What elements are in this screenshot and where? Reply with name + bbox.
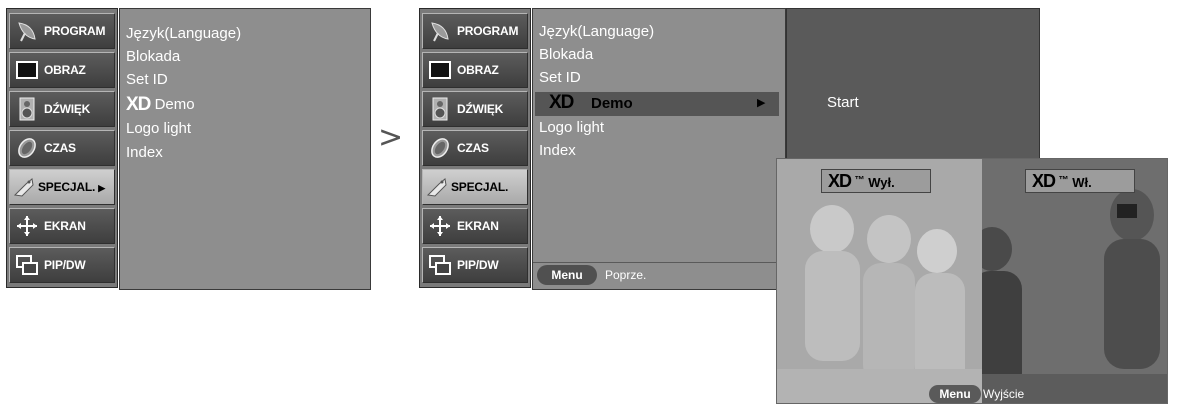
- clock-icon: [18, 138, 36, 158]
- left-sidebar: PROGRAM OBRAZ DŹWIĘK CZAS SPECJAL. ▶ EKR…: [6, 8, 118, 288]
- sidebar-item-label: EKRAN: [44, 219, 86, 233]
- sidebar-item-program[interactable]: PROGRAM: [9, 13, 115, 49]
- right-submenu-panel: Język(Language) Blokada Set ID XD Demo ▶…: [532, 8, 786, 290]
- menu-item-xd-demo[interactable]: XD Demo: [126, 94, 195, 116]
- screen-icon: [429, 61, 451, 79]
- sidebar-item-label: CZAS: [44, 141, 76, 155]
- sidebar-item-pipdw[interactable]: PIP/DW: [422, 247, 528, 283]
- sidebar-item-pipdw[interactable]: PIP/DW: [9, 247, 115, 283]
- xd-off-text: Wył.: [868, 175, 895, 190]
- preview-right-half: [972, 159, 1167, 403]
- menu-item-xd-demo[interactable]: XD Demo ▶: [535, 92, 779, 116]
- sidebar-item-czas[interactable]: CZAS: [422, 130, 528, 166]
- xd-on-text: Wł.: [1072, 175, 1092, 190]
- screen-icon: [16, 61, 38, 79]
- children-photo-left: [777, 205, 982, 403]
- sidebar-item-label: PIP/DW: [44, 258, 86, 272]
- sidebar-item-dzwiek[interactable]: DŹWIĘK: [422, 91, 528, 127]
- sidebar-item-label: DŹWIĘK: [44, 102, 91, 116]
- menu-footer: Menu Poprze.: [533, 262, 785, 289]
- preview-left-half: [777, 159, 982, 403]
- sidebar-item-ekran[interactable]: EKRAN: [422, 208, 528, 244]
- menu-item-index[interactable]: Index: [539, 142, 576, 159]
- demo-menu-button[interactable]: Menu: [929, 385, 981, 403]
- menu-item-label: Demo: [591, 95, 633, 112]
- step-arrow-glyph: >: [378, 120, 404, 155]
- satellite-dish-icon: [18, 22, 36, 42]
- children-photo-right: [972, 189, 1167, 403]
- trademark-symbol: ™: [1058, 175, 1069, 186]
- demo-submenu-panel: Start: [786, 8, 1040, 160]
- sidebar-item-czas[interactable]: CZAS: [9, 130, 115, 166]
- sidebar-item-label: OBRAZ: [457, 63, 499, 77]
- step-arrow: >: [378, 120, 403, 155]
- move-arrows-icon: [430, 216, 450, 236]
- menu-item-lock[interactable]: Blokada: [539, 46, 593, 63]
- xd-logo: XD: [1032, 171, 1056, 191]
- menu-item-lock[interactable]: Blokada: [126, 48, 180, 65]
- menu-button[interactable]: Menu: [537, 265, 597, 285]
- active-marker-icon: ▶: [98, 183, 105, 193]
- menu-item-logo-light[interactable]: Logo light: [539, 119, 604, 136]
- back-label: Poprze.: [605, 268, 647, 282]
- right-sidebar: PROGRAM OBRAZ DŹWIĘK CZAS SPECJAL. EKRAN…: [419, 8, 531, 288]
- sidebar-item-obraz[interactable]: OBRAZ: [9, 52, 115, 88]
- sidebar-item-specjal[interactable]: SPECJAL. ▶: [9, 169, 115, 205]
- xd-off-label: XD ™ Wył.: [821, 169, 931, 193]
- sidebar-item-label: OBRAZ: [44, 63, 86, 77]
- sidebar-item-label: CZAS: [457, 141, 489, 155]
- menu-item-language[interactable]: Język(Language): [126, 25, 241, 42]
- sidebar-item-ekran[interactable]: EKRAN: [9, 208, 115, 244]
- sidebar-item-label: EKRAN: [457, 219, 499, 233]
- tag-icon: [13, 178, 34, 197]
- sidebar-item-label: SPECJAL. ▶: [38, 180, 105, 194]
- satellite-dish-icon: [431, 22, 449, 42]
- xd-logo: XD: [549, 92, 574, 113]
- sidebar-item-obraz[interactable]: OBRAZ: [422, 52, 528, 88]
- xd-logo: XD: [828, 171, 852, 191]
- menu-item-logo-light[interactable]: Logo light: [126, 120, 191, 137]
- menu-item-label: Demo: [154, 95, 195, 113]
- sidebar-item-label: DŹWIĘK: [457, 102, 504, 116]
- sidebar-item-label: SPECJAL.: [451, 180, 509, 194]
- menu-item-language[interactable]: Język(Language): [539, 23, 654, 40]
- menu-item-set-id[interactable]: Set ID: [126, 71, 168, 88]
- move-arrows-icon: [17, 216, 37, 236]
- clock-icon: [431, 138, 449, 158]
- menu-item-set-id[interactable]: Set ID: [539, 69, 581, 86]
- exit-label: Wyjście: [983, 387, 1025, 401]
- pip-icon: [16, 255, 38, 275]
- xd-logo: XD: [126, 94, 151, 115]
- sidebar-item-label: PROGRAM: [44, 24, 106, 38]
- xd-on-label: XD ™ Wł.: [1025, 169, 1135, 193]
- menu-item-index[interactable]: Index: [126, 144, 163, 161]
- sidebar-item-label: PROGRAM: [457, 24, 519, 38]
- sidebar-item-specjal[interactable]: SPECJAL.: [422, 169, 528, 205]
- start-option[interactable]: Start: [827, 94, 859, 111]
- trademark-symbol: ™: [854, 175, 865, 186]
- speaker-icon: [432, 97, 448, 121]
- submenu-arrow-icon: ▶: [757, 97, 766, 109]
- pip-icon: [429, 255, 451, 275]
- sidebar-item-program[interactable]: PROGRAM: [422, 13, 528, 49]
- sidebar-item-label: PIP/DW: [457, 258, 499, 272]
- sidebar-item-dzwiek[interactable]: DŹWIĘK: [9, 91, 115, 127]
- tag-icon: [426, 178, 447, 197]
- left-submenu-panel: Język(Language) Blokada Set ID XD Demo L…: [119, 8, 371, 290]
- speaker-icon: [19, 97, 35, 121]
- xd-demo-preview: XD ™ Wył. XD ™ Wł. Menu Wyjście: [776, 158, 1168, 404]
